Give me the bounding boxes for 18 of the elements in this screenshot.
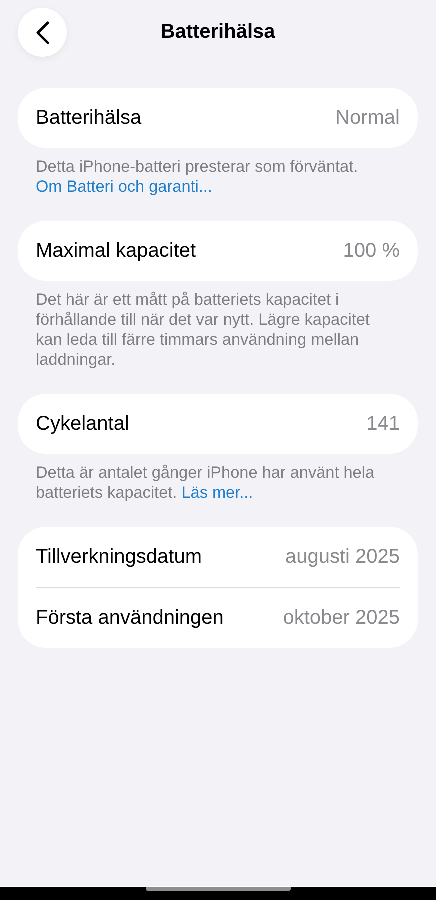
row-value: Normal [336, 106, 400, 130]
footer-text: Det här är ett mått på batteriets kapacitet i förhållande till när det var nytt. Lägre kapacitet kan leda till färre timmars användning mellan laddningar. [36, 290, 371, 370]
row-value: oktober 2025 [283, 606, 400, 630]
row-label: Batterihälsa [36, 106, 142, 130]
row-value: 141 [366, 412, 400, 436]
row-label: Tillverkningsdatum [36, 546, 202, 568]
footer-text: Detta iPhone-batteri presterar som förväntat. Om Batteri och garanti... [36, 157, 360, 197]
footer-text: Detta är antalet gånger iPhone har använt hela batteriets kapacitet. Läs mer... [36, 463, 376, 503]
chevron-left-icon [36, 20, 50, 44]
info-link[interactable]: Om Batteri och garanti... [36, 178, 212, 196]
row-label: Cykelantal [36, 412, 130, 436]
row-value: augusti 2025 [285, 546, 400, 568]
row-value: 100 % [343, 240, 400, 262]
page-title: Batterihälsa [160, 20, 276, 44]
info-link[interactable]: Läs mer... [182, 484, 254, 502]
back-button[interactable] [18, 8, 67, 57]
row-label: Maximal kapacitet [36, 240, 196, 262]
row-label: Första användningen [36, 606, 224, 630]
